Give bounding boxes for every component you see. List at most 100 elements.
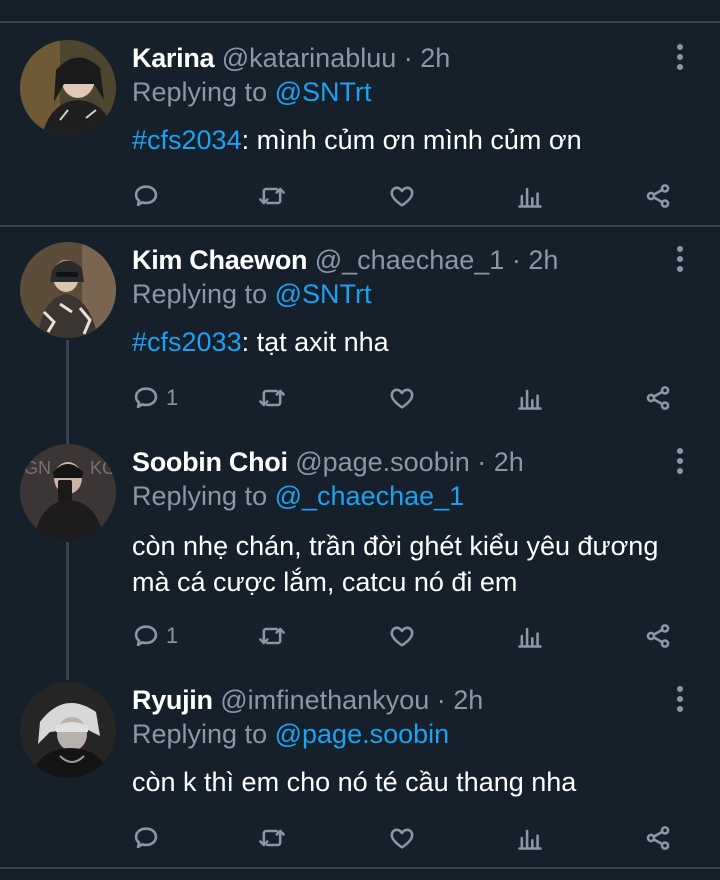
hashtag-link[interactable]: #cfs2033 bbox=[132, 327, 242, 357]
avatar-image bbox=[20, 682, 116, 778]
replying-to-label: Replying to bbox=[132, 481, 268, 511]
display-name[interactable]: Ryujin bbox=[132, 685, 213, 715]
retweet-icon bbox=[259, 389, 285, 407]
reply-count: 1 bbox=[166, 385, 179, 410]
replying-to-label: Replying to bbox=[132, 279, 268, 309]
analytics-icon bbox=[518, 389, 542, 410]
like-button[interactable] bbox=[388, 176, 416, 216]
avatar[interactable] bbox=[20, 242, 116, 338]
timestamp[interactable]: · 2h bbox=[512, 245, 559, 275]
hashtag-link[interactable]: #cfs2034 bbox=[132, 125, 242, 155]
tweet-text-content: : mình củm ơn mình củm ơn bbox=[241, 125, 582, 155]
analytics-icon bbox=[518, 187, 542, 208]
user-handle[interactable]: @page.soobin bbox=[295, 447, 470, 477]
tweet-header: Kim Chaewon @_chaechae_1 · 2h bbox=[132, 240, 558, 280]
display-name[interactable]: Soobin Choi bbox=[132, 447, 288, 477]
analytics-button[interactable] bbox=[516, 616, 544, 656]
user-handle[interactable]: @katarinabluu bbox=[222, 43, 397, 73]
retweet-button[interactable] bbox=[258, 378, 286, 418]
reply-button[interactable] bbox=[132, 818, 166, 858]
tweet-actions: 1 bbox=[132, 616, 692, 656]
display-name[interactable]: Kim Chaewon bbox=[132, 245, 308, 275]
user-handle[interactable]: @_chaechae_1 bbox=[315, 245, 505, 275]
user-handle[interactable]: @imfinethankyou bbox=[220, 685, 429, 715]
tweet-actions bbox=[132, 818, 692, 858]
divider-mid bbox=[0, 225, 720, 227]
reply-button[interactable]: 1 bbox=[132, 616, 178, 656]
more-options-icon[interactable] bbox=[672, 686, 688, 716]
analytics-button[interactable] bbox=[516, 378, 544, 418]
tweet-text-content: : tạt axit nha bbox=[241, 327, 389, 357]
reply-button[interactable]: 1 bbox=[132, 378, 178, 418]
replying-to: Replying to @_chaechae_1 bbox=[132, 478, 464, 514]
tweet-text: #cfs2033: tạt axit nha bbox=[132, 324, 692, 360]
tweet-actions: 1 bbox=[132, 378, 692, 418]
timestamp[interactable]: · 2h bbox=[477, 447, 524, 477]
retweet-icon bbox=[259, 187, 285, 205]
tweet[interactable]: Kim Chaewon @_chaechae_1 · 2h Replying t… bbox=[0, 240, 720, 420]
retweet-icon bbox=[259, 829, 285, 847]
like-icon bbox=[390, 388, 414, 409]
reply-count: 1 bbox=[166, 623, 179, 648]
tweet[interactable]: GN KG Soobin Choi @page.soobin · 2h Repl… bbox=[0, 442, 720, 660]
share-icon bbox=[646, 826, 670, 850]
retweet-button[interactable] bbox=[258, 176, 286, 216]
more-options-icon[interactable] bbox=[672, 246, 688, 276]
mention-link[interactable]: @SNTrt bbox=[275, 279, 372, 309]
tweet-text-content: còn k thì em cho nó té cầu thang nha bbox=[132, 767, 577, 797]
avatar-image bbox=[20, 40, 116, 136]
more-options-icon[interactable] bbox=[672, 448, 688, 478]
avatar[interactable] bbox=[20, 40, 116, 136]
analytics-button[interactable] bbox=[516, 176, 544, 216]
display-name[interactable]: Karina bbox=[132, 43, 215, 73]
mention-link[interactable]: @_chaechae_1 bbox=[275, 481, 465, 511]
reply-icon bbox=[134, 185, 158, 207]
analytics-icon bbox=[518, 627, 542, 648]
avatar-image bbox=[20, 242, 116, 338]
reply-icon bbox=[134, 827, 158, 849]
like-icon bbox=[390, 626, 414, 647]
replying-to: Replying to @page.soobin bbox=[132, 716, 449, 752]
tweet[interactable]: Karina @katarinabluu · 2h Replying to @S… bbox=[0, 38, 720, 218]
like-icon bbox=[390, 186, 414, 207]
avatar-image: GN KG bbox=[20, 444, 116, 540]
svg-text:KG: KG bbox=[90, 458, 116, 478]
tweet-header: Karina @katarinabluu · 2h bbox=[132, 38, 450, 78]
like-button[interactable] bbox=[388, 378, 416, 418]
divider-top bbox=[0, 21, 720, 23]
analytics-button[interactable] bbox=[516, 818, 544, 858]
share-button[interactable] bbox=[644, 818, 672, 858]
replying-to-label: Replying to bbox=[132, 719, 268, 749]
share-button[interactable] bbox=[644, 378, 672, 418]
reply-button[interactable] bbox=[132, 176, 166, 216]
retweet-button[interactable] bbox=[258, 818, 286, 858]
divider-bottom bbox=[0, 867, 720, 869]
replying-to: Replying to @SNTrt bbox=[132, 74, 372, 110]
share-button[interactable] bbox=[644, 616, 672, 656]
share-button[interactable] bbox=[644, 176, 672, 216]
tweet-header: Ryujin @imfinethankyou · 2h bbox=[132, 680, 483, 720]
retweet-button[interactable] bbox=[258, 616, 286, 656]
tweet-header: Soobin Choi @page.soobin · 2h bbox=[132, 442, 524, 482]
analytics-icon bbox=[518, 829, 542, 850]
share-icon bbox=[646, 624, 670, 648]
tweet-text: #cfs2034: mình củm ơn mình củm ơn bbox=[132, 122, 692, 158]
replying-to-label: Replying to bbox=[132, 77, 268, 107]
share-icon bbox=[646, 184, 670, 208]
like-icon bbox=[390, 828, 414, 849]
svg-text:GN: GN bbox=[24, 458, 51, 478]
timestamp[interactable]: · 2h bbox=[437, 685, 484, 715]
avatar[interactable] bbox=[20, 682, 116, 778]
share-icon bbox=[646, 386, 670, 410]
tweet-text: còn k thì em cho nó té cầu thang nha bbox=[132, 764, 692, 800]
timestamp[interactable]: · 2h bbox=[404, 43, 451, 73]
like-button[interactable] bbox=[388, 818, 416, 858]
more-options-icon[interactable] bbox=[672, 44, 688, 74]
avatar[interactable]: GN KG bbox=[20, 444, 116, 540]
like-button[interactable] bbox=[388, 616, 416, 656]
mention-link[interactable]: @SNTrt bbox=[275, 77, 372, 107]
retweet-icon bbox=[259, 627, 285, 645]
mention-link[interactable]: @page.soobin bbox=[275, 719, 450, 749]
tweet[interactable]: Ryujin @imfinethankyou · 2h Replying to … bbox=[0, 680, 720, 860]
reply-icon bbox=[134, 625, 158, 647]
